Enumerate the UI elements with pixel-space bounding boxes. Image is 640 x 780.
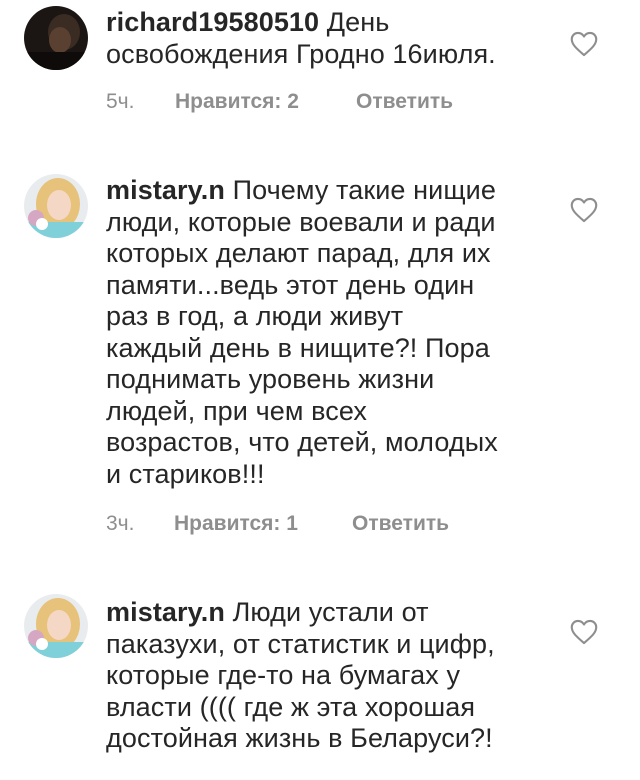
reply-button[interactable]: Ответить	[356, 90, 453, 114]
avatar[interactable]	[24, 594, 88, 658]
comment-username[interactable]: mistary.n	[106, 597, 225, 627]
comment-body-line: и стариков!!!	[106, 458, 265, 489]
like-count-button[interactable]: Нравится: 2	[175, 90, 299, 114]
comment-body-line: поднимать уровень жизни	[106, 364, 435, 394]
comment-body-line: паказухи, от статистик и цифр,	[106, 628, 495, 659]
comment-username[interactable]: richard19580510	[106, 7, 319, 37]
comment-body-line: освобождения Гродно 16июля.	[106, 38, 496, 69]
comment-body-line: Почему такие нищие	[232, 175, 496, 205]
comment-text: richard19580510 День освобождения Гродно…	[106, 7, 546, 70]
heart-outline-icon[interactable]	[570, 619, 598, 645]
comment-body-line: люди, которые воевали и ради	[106, 206, 496, 237]
comment-timestamp: 3ч.	[106, 512, 135, 535]
comment-text: mistary.n Люди устали от паказухи, от ст…	[106, 597, 546, 755]
comment-text: mistary.n Почему такие нищие люди, котор…	[106, 175, 546, 490]
avatar[interactable]	[24, 174, 88, 238]
comment-body-line: День	[326, 7, 390, 37]
comment-body-line: каждый день в нищите?! Пора	[106, 332, 490, 363]
comment-body-line: которых делают парад, для их	[106, 238, 491, 268]
avatar[interactable]	[24, 6, 88, 70]
comment-body-line: власти (((( где ж эта хорошая	[106, 691, 476, 722]
comment-body-line: достойная жизнь в Беларуси?!	[106, 723, 493, 753]
heart-outline-icon[interactable]	[570, 197, 598, 223]
like-count-button[interactable]: Нравится: 1	[174, 512, 298, 536]
comment-username[interactable]: mistary.n	[106, 175, 225, 205]
heart-outline-icon[interactable]	[570, 31, 598, 57]
comment-body-line: которые где-то на бумагах у	[106, 660, 461, 690]
comment-body-line: Люди устали от	[232, 597, 429, 627]
comment-timestamp: 5ч.	[106, 90, 135, 113]
comment-body-line: возрастов, что детей, молодых	[106, 427, 498, 457]
comment-body-line: памяти...ведь этот день один	[106, 269, 475, 300]
comment-body-line: людей, при чем всех	[106, 395, 367, 426]
reply-button[interactable]: Ответить	[352, 512, 449, 536]
comment-body-line: раз в год, а люди живут	[106, 301, 404, 331]
